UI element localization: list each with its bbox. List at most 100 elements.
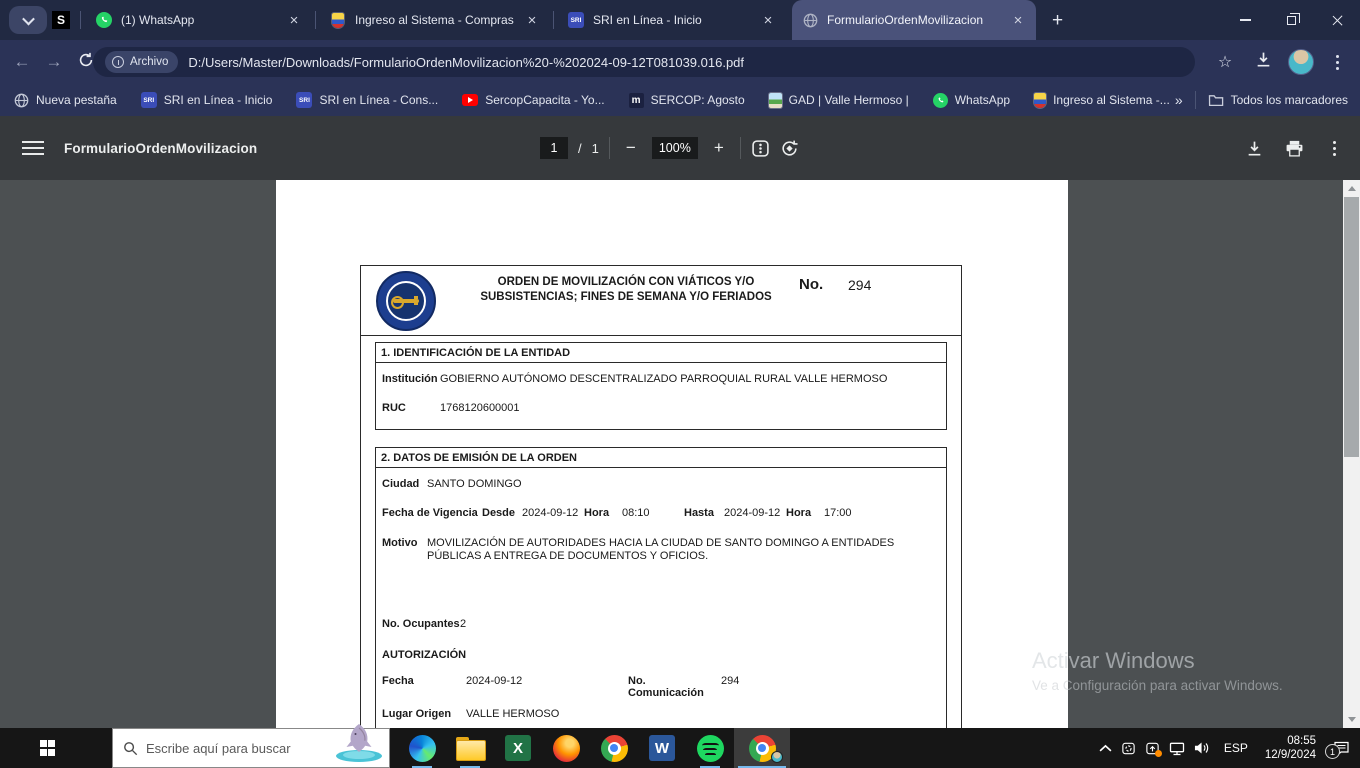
section2-header: 2. DATOS DE EMISIÓN DE LA ORDEN <box>375 447 947 468</box>
field-value: VALLE HERMOSO <box>466 708 559 720</box>
bookmark-gad-valle-hermoso[interactable]: GAD | Valle Hermoso | <box>769 93 909 108</box>
field-label: Institución <box>382 373 440 385</box>
volume-icon[interactable] <box>1194 741 1211 755</box>
taskbar-edge[interactable] <box>398 728 446 768</box>
sri-icon: SRI <box>568 12 584 28</box>
lugar-origen-row: Lugar Origen VALLE HERMOSO <box>382 708 940 720</box>
taskbar-word[interactable]: W <box>638 728 686 768</box>
tab-label: Ingreso al Sistema - Compras Pú <box>355 13 516 27</box>
tray-chevron-up-icon[interactable] <box>1099 744 1112 753</box>
forward-button[interactable]: → <box>38 52 70 72</box>
taskbar-clock[interactable]: 08:55 12/9/2024 <box>1261 734 1320 762</box>
windows-logo-icon <box>40 740 56 756</box>
tab-close-icon[interactable]: × <box>286 13 302 28</box>
taskbar-chrome-active[interactable] <box>734 728 790 768</box>
clock-date: 12/9/2024 <box>1265 748 1316 762</box>
tray-sync-icon[interactable] <box>1145 741 1160 756</box>
notification-badge: 1 <box>1325 744 1340 759</box>
doc-no-label: No. <box>799 276 823 293</box>
network-icon[interactable] <box>1169 741 1185 756</box>
chip-label: Archivo <box>130 56 168 68</box>
back-button[interactable]: ← <box>6 52 38 72</box>
zoom-in-button[interactable]: + <box>708 138 730 158</box>
address-bar[interactable]: Archivo D:/Users/Master/Downloads/Formul… <box>93 47 1195 77</box>
field-value: 2 <box>460 618 466 630</box>
tray-app-icon[interactable] <box>1121 741 1136 756</box>
pdf-print-icon[interactable] <box>1285 140 1304 157</box>
tab-search-button[interactable] <box>9 6 47 34</box>
divider <box>1195 91 1196 109</box>
tab-sri[interactable]: SRI SRI en Línea - Inicio × <box>558 0 786 40</box>
minimize-button[interactable] <box>1222 0 1268 40</box>
bookmark-star-icon[interactable]: ☆ <box>1208 52 1242 72</box>
doc-no-value: 294 <box>848 277 871 293</box>
taskbar-excel[interactable]: X <box>494 728 542 768</box>
restore-icon <box>1287 16 1296 25</box>
taskbar-chrome[interactable] <box>590 728 638 768</box>
page-number-input[interactable]: 1 <box>540 137 568 159</box>
bookmark-nueva-pestana[interactable]: Nueva pestaña <box>14 93 117 108</box>
taskbar-firefox[interactable] <box>542 728 590 768</box>
taskbar-file-explorer[interactable] <box>446 728 494 768</box>
bookmarks-overflow-chevron[interactable]: » <box>1175 92 1183 108</box>
info-icon <box>112 56 124 68</box>
pdf-download-icon[interactable] <box>1246 140 1263 157</box>
fit-page-button[interactable] <box>751 139 770 158</box>
notification-dot <box>1155 750 1162 757</box>
file-explorer-icon <box>456 737 484 759</box>
tab-whatsapp[interactable]: (1) WhatsApp × <box>86 0 312 40</box>
field-label: Motivo <box>382 537 427 549</box>
tab-label: (1) WhatsApp <box>121 13 278 27</box>
bookmark-ingreso-sistema[interactable]: Ingreso al Sistema -... <box>1034 93 1170 108</box>
field-label: No. Ocupantes <box>382 618 460 630</box>
bookmark-sri-inicio[interactable]: SRI SRI en Línea - Inicio <box>141 92 273 108</box>
pdf-page: ORDEN DE MOVILIZACIÓN CON VIÁTICOS Y/O S… <box>276 180 1068 728</box>
file-scheme-chip[interactable]: Archivo <box>105 51 178 73</box>
action-center-icon[interactable]: 1 <box>1333 740 1350 756</box>
pinned-tab[interactable]: S <box>52 11 70 29</box>
bookmark-sercopcapacita[interactable]: SercopCapacita - Yo... <box>462 93 604 107</box>
restore-button[interactable] <box>1268 0 1314 40</box>
taskbar-spotify[interactable] <box>686 728 734 768</box>
bookmark-sri-consultas[interactable]: SRI SRI en Línea - Cons... <box>296 92 438 108</box>
start-button[interactable] <box>0 728 95 768</box>
watermark-line1: Activar Windows <box>1032 648 1283 674</box>
bookmark-whatsapp[interactable]: WhatsApp <box>933 93 1010 108</box>
scroll-down-arrow[interactable] <box>1343 711 1360 728</box>
language-indicator[interactable]: ESP <box>1220 741 1252 755</box>
pdf-menu-icon[interactable] <box>22 141 44 155</box>
viewer-scrollbar[interactable] <box>1343 180 1360 728</box>
bookmark-label: Nueva pestaña <box>36 93 117 107</box>
tab-formulario-active[interactable]: FormularioOrdenMovilizacion × <box>792 0 1036 40</box>
tab-close-icon[interactable]: × <box>1010 13 1026 28</box>
field-value: 08:10 <box>622 507 684 519</box>
zoom-out-button[interactable]: − <box>620 138 642 158</box>
downloads-icon[interactable] <box>1246 51 1280 73</box>
tab-close-icon[interactable]: × <box>524 13 540 28</box>
close-button[interactable] <box>1314 0 1360 40</box>
scrollbar-thumb[interactable] <box>1344 197 1359 457</box>
autorizacion-row: AUTORIZACIÓN <box>382 649 940 661</box>
zoom-level[interactable]: 100% <box>652 137 698 159</box>
new-tab-button[interactable]: + <box>1044 7 1071 34</box>
scroll-up-arrow[interactable] <box>1343 180 1360 197</box>
bookmark-sercop-agosto[interactable]: m SERCOP: Agosto <box>629 93 745 108</box>
section1-body: Institución GOBIERNO AUTÓNOMO DESCENTRAL… <box>375 362 947 430</box>
taskbar-search[interactable]: Escribe aquí para buscar <box>112 728 390 768</box>
browser-menu-icon[interactable] <box>1322 55 1352 70</box>
all-bookmarks-button[interactable]: Todos los marcadores <box>1208 93 1348 107</box>
rotate-button[interactable] <box>780 139 799 158</box>
profile-avatar[interactable] <box>1288 49 1314 75</box>
tab-close-icon[interactable]: × <box>760 13 776 28</box>
subsection-title: AUTORIZACIÓN <box>382 649 466 661</box>
field-label: RUC <box>382 402 440 414</box>
tab-separator <box>315 11 316 29</box>
tab-ingreso-sistema[interactable]: Ingreso al Sistema - Compras Pú × <box>320 0 550 40</box>
field-value: 2024-09-12 <box>724 507 786 519</box>
spotify-icon <box>697 735 724 762</box>
sri-icon: SRI <box>296 92 312 108</box>
ocupantes-row: No. Ocupantes 2 <box>382 618 940 630</box>
pdf-more-options-icon[interactable] <box>1326 141 1342 156</box>
bookmark-label: WhatsApp <box>955 93 1010 107</box>
field-label: Fecha <box>382 675 466 687</box>
